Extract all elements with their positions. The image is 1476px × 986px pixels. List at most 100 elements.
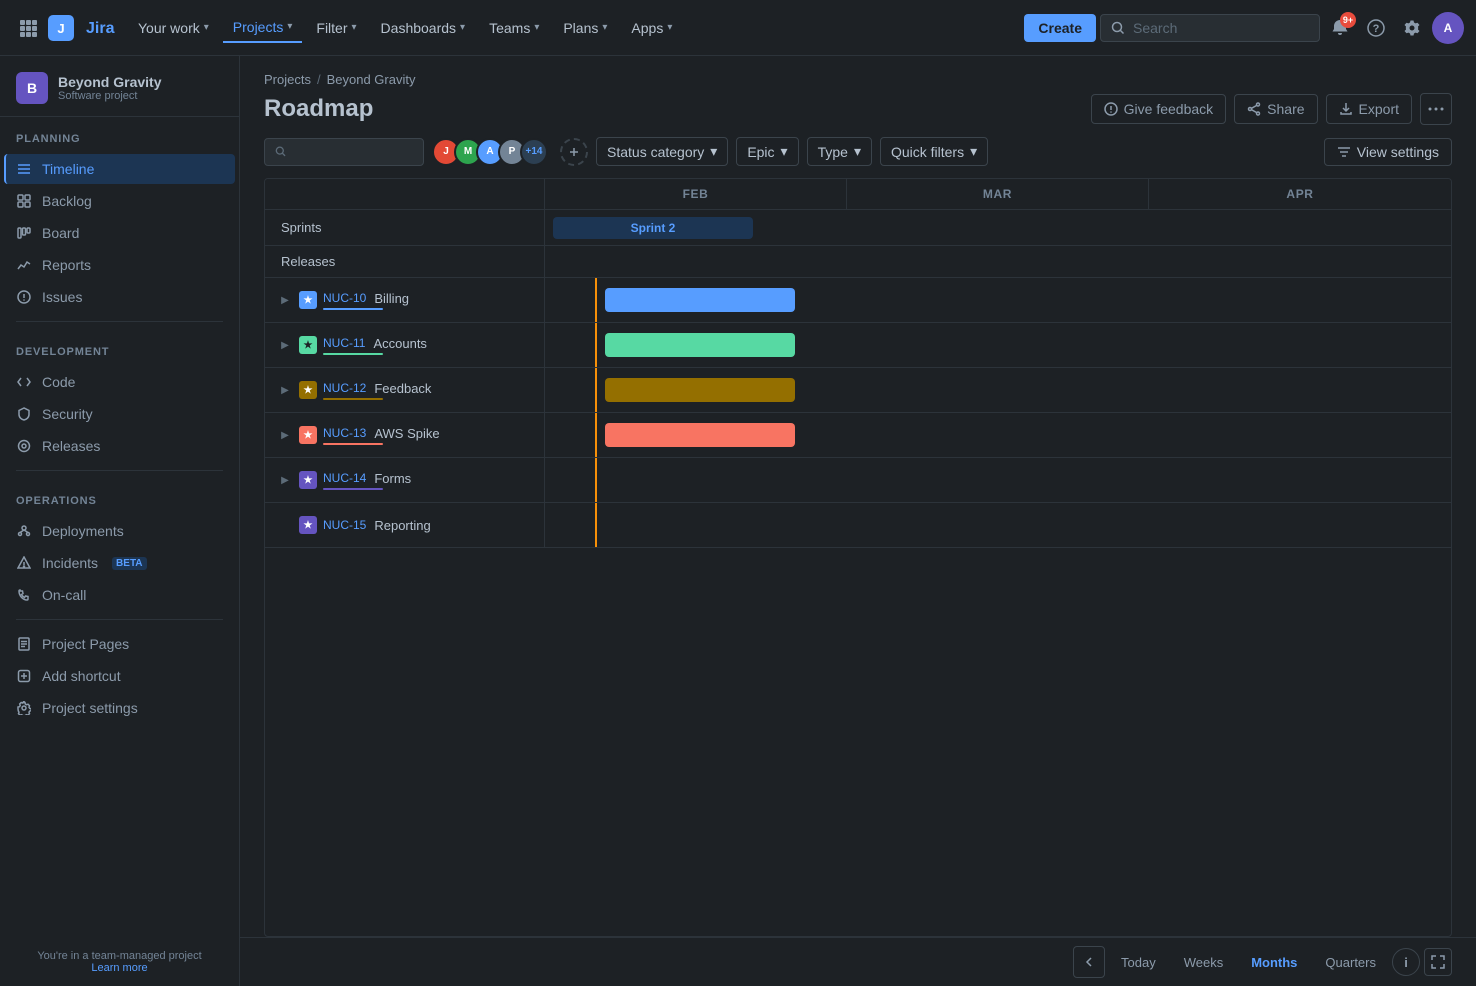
sidebar-item-deployments[interactable]: Deployments — [4, 516, 235, 546]
avatar-group: J M A P +14 — [432, 138, 548, 166]
add-person-button[interactable] — [560, 138, 588, 166]
settings-button[interactable] — [1396, 12, 1428, 44]
today-button[interactable]: Today — [1109, 949, 1168, 976]
nav-teams[interactable]: Teams ▾ — [479, 14, 549, 42]
create-button[interactable]: Create — [1024, 14, 1096, 42]
sidebar-item-issues[interactable]: Issues — [4, 282, 235, 312]
pages-icon — [16, 636, 32, 652]
deployments-icon — [16, 523, 32, 539]
main-content: Projects / Beyond Gravity Roadmap Give f… — [240, 56, 1476, 986]
sidebar-item-oncall[interactable]: On-call — [4, 580, 235, 610]
sprints-label: Sprints — [265, 210, 545, 245]
epic-right-feedback — [545, 368, 1451, 412]
grid-icon[interactable] — [12, 12, 44, 44]
epic-id[interactable]: NUC-15 — [323, 518, 366, 532]
gantt-bar-aws[interactable] — [605, 423, 795, 447]
nav-projects[interactable]: Projects ▾ — [223, 13, 303, 43]
more-actions-button[interactable] — [1420, 93, 1452, 125]
expand-icon[interactable]: ▶ — [277, 427, 293, 443]
sidebar-item-add-shortcut[interactable]: Add shortcut — [4, 661, 235, 691]
nav-dashboards[interactable]: Dashboards ▾ — [371, 14, 476, 42]
nav-plans[interactable]: Plans ▾ — [553, 14, 617, 42]
expand-full-button[interactable] — [1424, 948, 1452, 976]
user-avatar[interactable]: A — [1432, 12, 1464, 44]
sidebar-item-security[interactable]: Security — [4, 399, 235, 429]
nav-your-work[interactable]: Your work ▾ — [128, 14, 219, 42]
export-button[interactable]: Export — [1326, 94, 1412, 124]
top-navigation: J Jira Your work ▾ Projects ▾ Filter ▾ D… — [0, 0, 1476, 56]
avatar-overflow-count[interactable]: +14 — [520, 138, 548, 166]
sidebar-item-incidents[interactable]: Incidents BETA — [4, 548, 235, 578]
nav-apps[interactable]: Apps ▾ — [621, 14, 682, 42]
epic-search-input[interactable] — [292, 144, 413, 160]
epic-search[interactable] — [264, 138, 424, 166]
nav-filter[interactable]: Filter ▾ — [306, 14, 366, 42]
epic-id[interactable]: NUC-11 — [323, 336, 365, 350]
sidebar-item-project-pages[interactable]: Project Pages — [4, 629, 235, 659]
global-search[interactable]: Search — [1100, 14, 1320, 42]
epic-right-billing — [545, 278, 1451, 322]
incidents-icon — [16, 555, 32, 571]
roadmap-months: FEB MAR APR — [545, 179, 1451, 209]
timeline-icon — [16, 161, 32, 177]
releases-row: Releases — [265, 246, 1451, 278]
sidebar-item-backlog[interactable]: Backlog — [4, 186, 235, 216]
epic-id[interactable]: NUC-12 — [323, 381, 366, 395]
info-button[interactable]: i — [1392, 948, 1420, 976]
releases-label: Releases — [265, 246, 545, 277]
sidebar-item-project-settings[interactable]: Project settings — [4, 693, 235, 723]
epic-id[interactable]: NUC-10 — [323, 291, 366, 305]
releases-timeline — [545, 246, 1451, 277]
gantt-bar-feedback[interactable] — [605, 378, 795, 402]
expand-icon[interactable]: ▶ — [277, 292, 293, 308]
epic-underline — [323, 398, 383, 400]
epic-id[interactable]: NUC-13 — [323, 426, 366, 440]
expand-icon[interactable]: ▶ — [277, 472, 293, 488]
sidebar-item-reports[interactable]: Reports — [4, 250, 235, 280]
jira-logo[interactable]: J Jira — [48, 15, 116, 41]
sidebar-item-code[interactable]: Code — [4, 367, 235, 397]
help-button[interactable]: ? — [1360, 12, 1392, 44]
weeks-button[interactable]: Weeks — [1172, 949, 1236, 976]
navigate-back-button[interactable] — [1073, 946, 1105, 978]
epic-icon-feedback: ★ — [299, 381, 317, 399]
today-line — [595, 413, 597, 457]
beta-badge: BETA — [112, 557, 146, 570]
nav-icon-group: 9+ ? A — [1324, 12, 1464, 44]
status-category-filter[interactable]: Status category ▾ — [596, 137, 728, 166]
quarters-button[interactable]: Quarters — [1313, 949, 1388, 976]
epic-icon-reporting: ★ — [299, 516, 317, 534]
epic-filter[interactable]: Epic ▾ — [736, 137, 798, 166]
issues-icon — [16, 289, 32, 305]
quick-filters[interactable]: Quick filters ▾ — [880, 137, 988, 166]
months-button[interactable]: Months — [1239, 949, 1309, 976]
development-section: DEVELOPMENT — [0, 330, 239, 366]
epic-underline — [323, 353, 383, 355]
feedback-button[interactable]: Give feedback — [1091, 94, 1227, 124]
type-filter[interactable]: Type ▾ — [807, 137, 872, 166]
epic-left-aws: ▶ ★ NUC-13 AWS Spike — [265, 413, 545, 457]
notifications-button[interactable]: 9+ — [1324, 12, 1356, 44]
sidebar-item-timeline[interactable]: Timeline — [4, 154, 235, 184]
project-settings-icon — [16, 700, 32, 716]
add-shortcut-icon — [16, 668, 32, 684]
today-line — [595, 323, 597, 367]
month-mar: MAR — [847, 179, 1149, 209]
month-apr: APR — [1149, 179, 1451, 209]
expand-icon[interactable]: ▶ — [277, 337, 293, 353]
view-settings-button[interactable]: View settings — [1324, 138, 1452, 166]
gantt-bar-accounts[interactable] — [605, 333, 795, 357]
sidebar-item-releases[interactable]: Releases — [4, 431, 235, 461]
gantt-bar-billing[interactable] — [605, 288, 795, 312]
today-line — [595, 458, 597, 502]
roadmap-month-header: FEB MAR APR — [265, 179, 1451, 210]
sidebar-item-board[interactable]: Board — [4, 218, 235, 248]
code-icon — [16, 374, 32, 390]
share-button[interactable]: Share — [1234, 94, 1317, 124]
epic-right-aws — [545, 413, 1451, 457]
svg-text:Jira: Jira — [86, 20, 115, 37]
epic-name-forms: Forms — [374, 471, 411, 486]
expand-icon[interactable]: ▶ — [277, 382, 293, 398]
planning-section: PLANNING — [0, 117, 239, 153]
epic-id[interactable]: NUC-14 — [323, 471, 366, 485]
